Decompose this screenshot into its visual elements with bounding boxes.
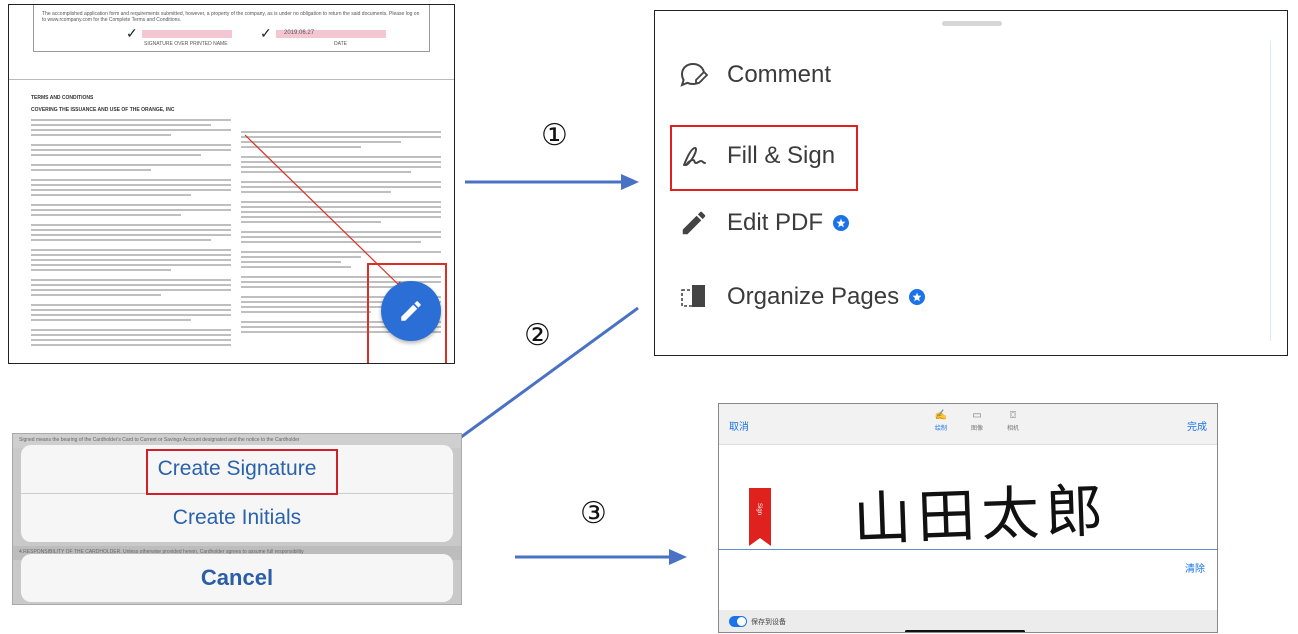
mode-image[interactable]: ▭ 图像 <box>957 410 997 432</box>
step-2-label: ② <box>524 318 551 353</box>
signature-baseline <box>719 549 1217 550</box>
home-indicator <box>905 630 1025 632</box>
create-initials-button[interactable]: Create Initials <box>21 494 453 542</box>
camera-icon: ⌼ <box>1010 410 1016 421</box>
pencil-icon <box>677 206 711 240</box>
menu-item-organize-pages[interactable]: Organize Pages <box>677 277 926 317</box>
menu-item-edit-pdf[interactable]: Edit PDF <box>677 203 850 243</box>
clear-button[interactable]: 清除 <box>1185 560 1205 575</box>
step-3-label: ③ <box>580 496 607 531</box>
menu-item-comment[interactable]: Comment <box>677 55 831 95</box>
menu-item-label: Comment <box>727 61 832 88</box>
mode-label: 相机 <box>1006 426 1019 432</box>
menu-item-label: Edit PDF <box>727 209 824 236</box>
signature-toolbar: 取消 ✍ 绘制 ▭ 图像 ⌼ 相机 完成 <box>719 404 1217 445</box>
sign-ribbon-icon: Sign <box>749 488 771 546</box>
draw-icon: ✍ <box>934 410 948 421</box>
cancel-group: Cancel <box>21 554 453 602</box>
signature-drawing[interactable]: 山田太郎 <box>852 464 1111 557</box>
image-icon: ▭ <box>972 410 982 421</box>
save-to-device-toggle[interactable] <box>729 616 747 627</box>
mode-camera[interactable]: ⌼ 相机 <box>993 410 1033 432</box>
mode-label: 绘制 <box>934 426 947 432</box>
signature-action-sheet: Signed means the bearing of the Cardhold… <box>12 433 462 605</box>
create-signature-highlight <box>146 449 338 495</box>
scroll-track <box>1270 41 1271 341</box>
comment-icon <box>677 58 711 92</box>
drag-handle[interactable] <box>942 21 1002 26</box>
organize-pages-icon <box>677 280 711 314</box>
premium-star-icon <box>909 289 926 305</box>
menu-item-label: Organize Pages <box>727 283 900 310</box>
pad-footer: 保存到设备 <box>719 610 1217 632</box>
save-to-device-label: 保存到设备 <box>751 619 786 626</box>
pad-done-button[interactable]: 完成 <box>1187 418 1207 433</box>
tools-menu: Comment Fill & Sign Edit PDF Organize Pa… <box>654 10 1288 356</box>
fill-sign-highlight <box>670 125 858 191</box>
pad-cancel-button[interactable]: 取消 <box>729 418 749 433</box>
cancel-button[interactable]: Cancel <box>21 554 453 602</box>
mode-draw[interactable]: ✍ 绘制 <box>921 410 961 432</box>
signature-pad: 取消 ✍ 绘制 ▭ 图像 ⌼ 相机 完成 Sign 山田太郎 清除 保存到设备 <box>718 403 1218 633</box>
premium-star-icon <box>833 215 850 231</box>
flow-arrow-1 <box>465 174 639 190</box>
mode-label: 图像 <box>970 426 983 432</box>
flow-arrow-3 <box>515 549 687 565</box>
step-1-label: ① <box>541 118 568 153</box>
